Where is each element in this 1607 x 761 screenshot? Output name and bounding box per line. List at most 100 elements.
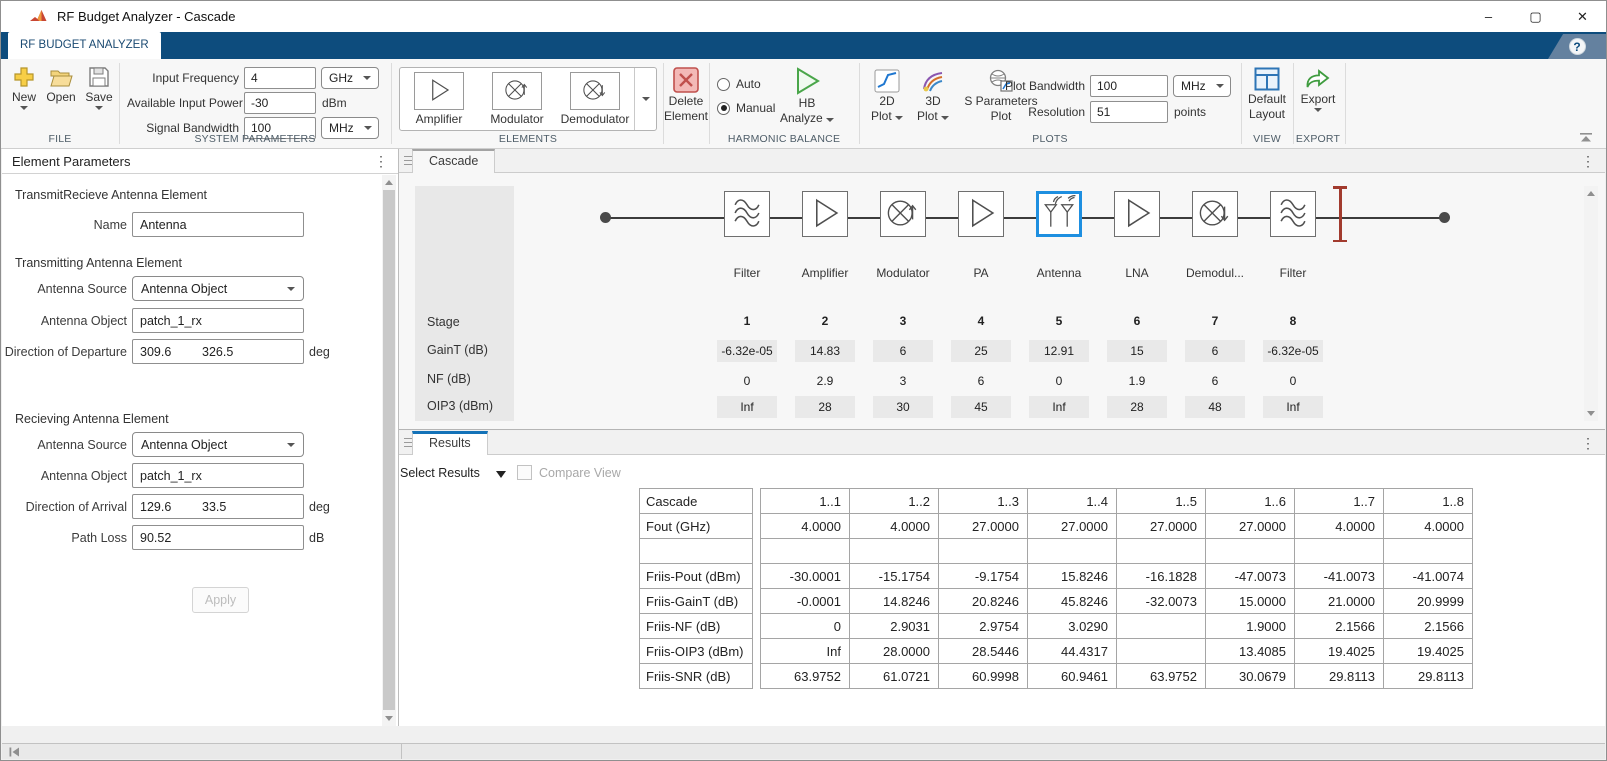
demodulator-icon: [578, 74, 612, 109]
name-field[interactable]: Antenna: [132, 212, 304, 237]
chevron-down-icon: [363, 76, 371, 80]
gaint-value-cell[interactable]: 25: [951, 340, 1011, 362]
panel-options-kebab-icon[interactable]: ⋮: [1581, 152, 1595, 170]
collapse-panel-icon[interactable]: [9, 747, 20, 757]
2d-plot-button[interactable]: 2D Plot: [867, 69, 907, 123]
gaint-value-cell[interactable]: 15: [1107, 340, 1167, 362]
tab-cascade[interactable]: Cascade: [412, 149, 495, 173]
cascade-output-node: [1439, 212, 1450, 223]
direction-of-arrival-field[interactable]: 129.633.5: [132, 494, 304, 519]
oip3-value-cell[interactable]: 28: [795, 396, 855, 418]
oip3-value-cell[interactable]: 28: [1107, 396, 1167, 418]
cascade-element-filter[interactable]: [724, 191, 770, 237]
gallery-item-demodulator[interactable]: Demodulator: [556, 68, 634, 130]
scroll-up-icon[interactable]: [1587, 191, 1595, 196]
resolution-field[interactable]: [1090, 101, 1168, 123]
cascade-scrollbar[interactable]: [1584, 186, 1598, 421]
cascade-element-modulator[interactable]: [880, 191, 926, 237]
results-cell: -16.1828: [1117, 564, 1206, 589]
plot-bandwidth-field[interactable]: [1090, 75, 1168, 97]
rx-antenna-object-field[interactable]: patch_1_rx: [132, 463, 304, 488]
antenna-icon: [1038, 192, 1080, 237]
select-results-label: Select Results: [400, 466, 480, 480]
collapse-ribbon-icon[interactable]: [1580, 133, 1592, 142]
gaint-value-cell[interactable]: 6: [873, 340, 933, 362]
tx-antenna-source-dropdown[interactable]: Antenna Object: [132, 276, 304, 301]
panel-options-kebab-icon[interactable]: ⋮: [1581, 434, 1595, 452]
export-button[interactable]: Export: [1295, 67, 1341, 112]
nf-value-cell[interactable]: 0: [717, 370, 777, 392]
cascade-element-pa[interactable]: [958, 191, 1004, 237]
select-results-dropdown-icon[interactable]: [496, 471, 506, 478]
oip3-value-cell[interactable]: 48: [1185, 396, 1245, 418]
gaint-value-cell[interactable]: -6.32e-05: [1263, 340, 1323, 362]
results-cell: [939, 539, 1028, 564]
rx-antenna-source-dropdown[interactable]: Antenna Object: [132, 432, 304, 457]
gaint-value-cell[interactable]: -6.32e-05: [717, 340, 777, 362]
nf-value-cell[interactable]: 2.9: [795, 370, 855, 392]
hb-auto-radio[interactable]: Auto: [717, 77, 761, 91]
tab-rf-budget-analyzer[interactable]: RF BUDGET ANALYZER: [8, 32, 161, 59]
cascade-element-filter[interactable]: [1270, 191, 1316, 237]
cascade-element-antenna[interactable]: [1036, 191, 1082, 237]
compare-view-checkbox[interactable]: [517, 465, 532, 480]
panel-grip-icon[interactable]: [404, 438, 412, 447]
delete-element-button[interactable]: Delete Element: [665, 67, 707, 123]
scroll-down-icon[interactable]: [1587, 411, 1595, 416]
default-layout-button[interactable]: Default Layout: [1245, 67, 1289, 121]
available-input-power-field[interactable]: [244, 92, 316, 114]
nf-value-cell[interactable]: 1.9: [1107, 370, 1167, 392]
oip3-value-cell[interactable]: Inf: [1029, 396, 1089, 418]
scrollbar-thumb[interactable]: [383, 190, 395, 710]
minimize-button[interactable]: –: [1465, 1, 1512, 32]
oip3-value-cell[interactable]: Inf: [717, 396, 777, 418]
oip3-value-cell[interactable]: 30: [873, 396, 933, 418]
panel-options-kebab-icon[interactable]: ⋮: [374, 152, 388, 170]
new-dropdown-icon[interactable]: [20, 106, 28, 110]
cascade-element-lna[interactable]: [1114, 191, 1160, 237]
3d-plot-button[interactable]: 3D Plot: [913, 69, 953, 123]
help-button[interactable]: ?: [1548, 34, 1606, 59]
save-button[interactable]: Save: [81, 65, 117, 110]
scroll-down-icon[interactable]: [385, 716, 393, 721]
nf-value-cell[interactable]: 6: [1185, 370, 1245, 392]
hb-manual-radio[interactable]: Manual: [717, 101, 775, 115]
panel-grip-icon[interactable]: [404, 156, 412, 165]
left-panel-scrollbar[interactable]: [382, 175, 396, 726]
nf-value-cell[interactable]: 3: [873, 370, 933, 392]
path-loss-row: Path Loss 90.52 dB: [2, 525, 324, 550]
hb-analyze-button[interactable]: HB Analyze: [779, 67, 835, 125]
export-dropdown-icon[interactable]: [1314, 108, 1322, 112]
gaint-value-cell[interactable]: 12.91: [1029, 340, 1089, 362]
scroll-up-icon[interactable]: [385, 180, 393, 185]
gallery-item-amplifier[interactable]: Amplifier: [400, 68, 478, 130]
oip3-value-cell[interactable]: 45: [951, 396, 1011, 418]
gaint-value-cell[interactable]: 6: [1185, 340, 1245, 362]
nf-value-cell[interactable]: 0: [1263, 370, 1323, 392]
oip3-value-cell[interactable]: Inf: [1263, 396, 1323, 418]
save-dropdown-icon[interactable]: [95, 106, 103, 110]
plot-bandwidth-unit-dropdown[interactable]: MHz: [1173, 75, 1231, 97]
close-button[interactable]: ✕: [1559, 1, 1606, 32]
cascade-element-demodul[interactable]: [1192, 191, 1238, 237]
tab-results[interactable]: Results: [412, 431, 488, 455]
direction-of-departure-field[interactable]: 309.6326.5: [132, 339, 304, 364]
results-cell: 30.0679: [1206, 664, 1295, 689]
maximize-button[interactable]: ▢: [1512, 1, 1559, 32]
nf-value-cell[interactable]: 6: [951, 370, 1011, 392]
tx-antenna-object-field[interactable]: patch_1_rx: [132, 308, 304, 333]
amplifier-icon: [1116, 192, 1158, 237]
input-frequency-field[interactable]: [244, 67, 316, 89]
gallery-item-modulator[interactable]: Modulator: [478, 68, 556, 130]
gaint-value-cell[interactable]: 14.83: [795, 340, 855, 362]
nf-value-cell[interactable]: 0: [1029, 370, 1089, 392]
input-frequency-unit-dropdown[interactable]: GHz: [321, 67, 379, 89]
gallery-expand-button[interactable]: [634, 68, 656, 130]
cascade-element-amplifier[interactable]: [802, 191, 848, 237]
modulator-icon: [882, 192, 924, 237]
new-button[interactable]: New: [6, 65, 42, 110]
open-button[interactable]: Open: [43, 65, 79, 104]
table-row: [761, 539, 1473, 564]
apply-button[interactable]: Apply: [192, 587, 249, 613]
path-loss-field[interactable]: 90.52: [132, 525, 304, 550]
